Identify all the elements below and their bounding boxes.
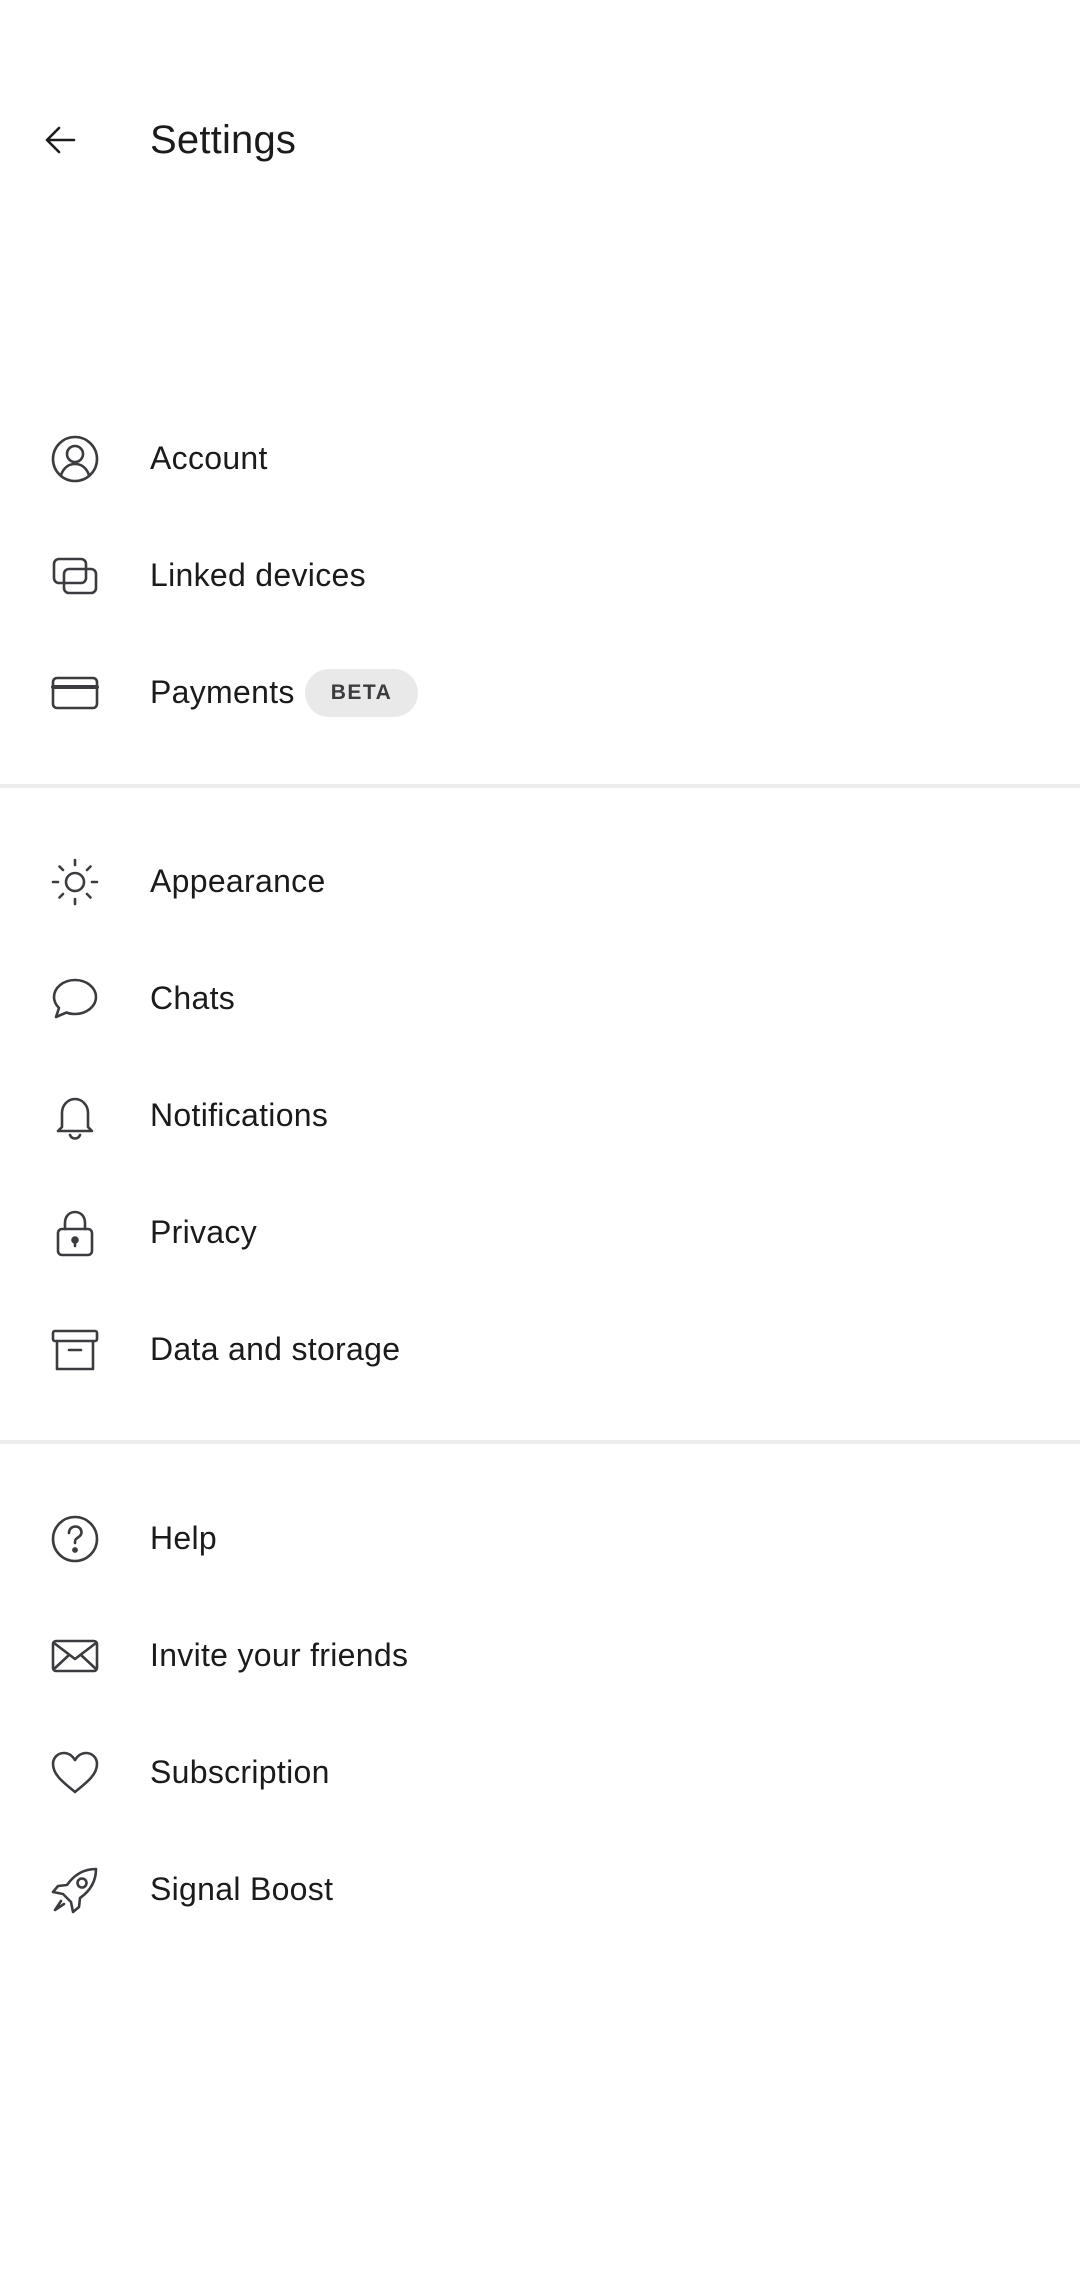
settings-group-2: Appearance Chats Notifications Privacy D… — [0, 823, 1080, 1408]
arrow-left-icon — [45, 126, 76, 154]
settings-item-data-and-storage[interactable]: Data and storage — [0, 1291, 1080, 1408]
settings-item-label: Linked devices — [150, 557, 366, 593]
settings-item-label: Data and storage — [150, 1331, 401, 1367]
envelope-icon — [50, 1631, 100, 1681]
settings-group-1: Account Linked devices Payments BETA — [0, 400, 1080, 751]
settings-item-label: Privacy — [150, 1214, 258, 1250]
bell-icon — [50, 1091, 100, 1141]
settings-item-linked-devices[interactable]: Linked devices — [0, 517, 1080, 634]
help-circle-icon — [50, 1514, 100, 1564]
section-divider — [0, 784, 1080, 788]
settings-item-account[interactable]: Account — [0, 400, 1080, 517]
settings-item-payments[interactable]: Payments BETA — [0, 634, 1080, 751]
settings-item-label: Chats — [150, 980, 236, 1016]
heart-icon — [50, 1748, 100, 1798]
settings-item-label: Signal Boost — [150, 1871, 334, 1907]
chat-bubble-icon — [50, 974, 100, 1024]
account-icon — [50, 434, 100, 484]
rocket-icon — [50, 1865, 100, 1915]
payments-label-group: Payments BETA — [150, 668, 419, 717]
settings-item-help[interactable]: Help — [0, 1480, 1080, 1597]
beta-badge: BETA — [304, 668, 419, 717]
back-button[interactable] — [22, 102, 98, 178]
linked-devices-icon — [50, 551, 100, 601]
card-icon — [50, 668, 100, 718]
page-title: Settings — [150, 118, 297, 162]
settings-item-label: Appearance — [150, 863, 326, 899]
section-divider — [0, 1440, 1080, 1444]
sun-icon — [50, 857, 100, 907]
settings-item-invite-friends[interactable]: Invite your friends — [0, 1597, 1080, 1714]
settings-item-label: Payments — [150, 674, 295, 710]
settings-item-chats[interactable]: Chats — [0, 940, 1080, 1057]
lock-icon — [50, 1208, 100, 1258]
settings-item-notifications[interactable]: Notifications — [0, 1057, 1080, 1174]
settings-item-appearance[interactable]: Appearance — [0, 823, 1080, 940]
settings-item-subscription[interactable]: Subscription — [0, 1714, 1080, 1831]
settings-group-3: Help Invite your friends Subscription Si… — [0, 1480, 1080, 1948]
settings-item-label: Invite your friends — [150, 1637, 409, 1673]
settings-item-label: Subscription — [150, 1754, 330, 1790]
archive-box-icon — [50, 1325, 100, 1375]
settings-item-label: Notifications — [150, 1097, 329, 1133]
settings-item-label: Account — [150, 440, 268, 476]
settings-item-privacy[interactable]: Privacy — [0, 1174, 1080, 1291]
settings-item-signal-boost[interactable]: Signal Boost — [0, 1831, 1080, 1948]
settings-item-label: Help — [150, 1520, 218, 1556]
app-bar: Settings — [0, 80, 1080, 200]
